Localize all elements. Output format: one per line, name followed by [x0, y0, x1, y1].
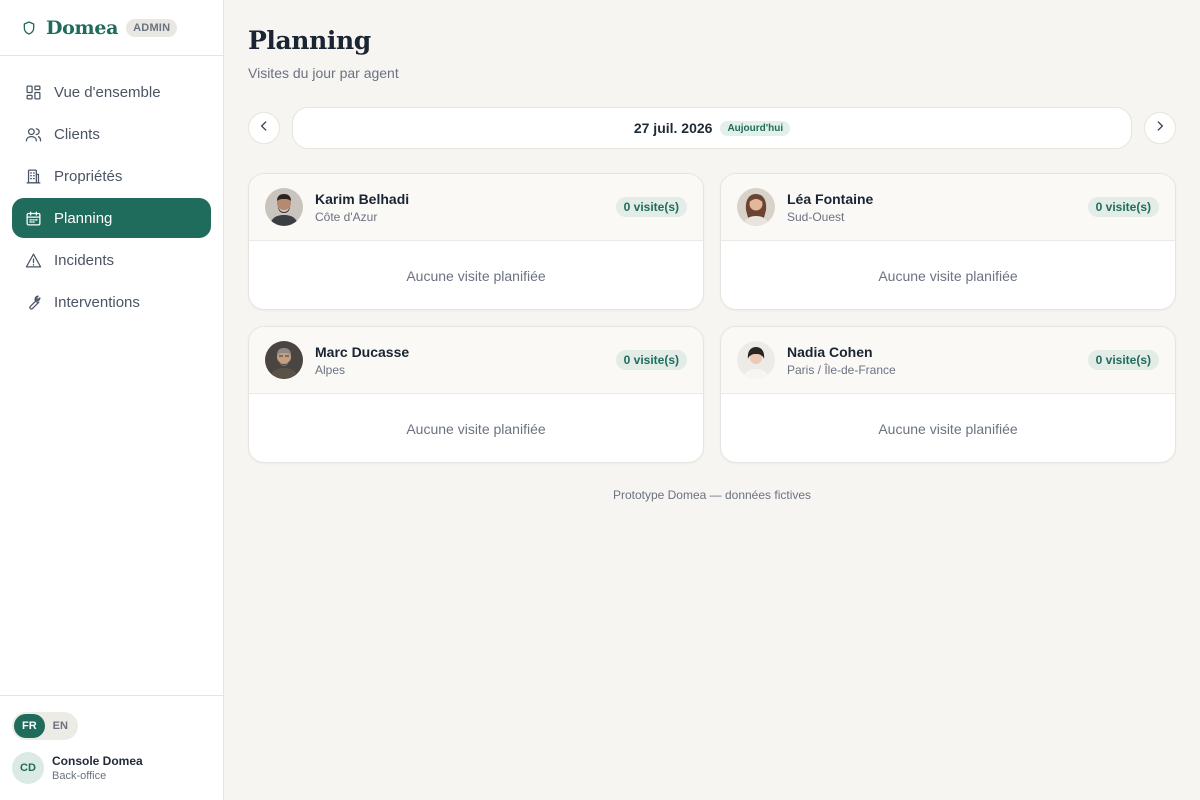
next-day-button[interactable]: [1144, 112, 1176, 144]
language-fr-button[interactable]: FR: [14, 714, 45, 738]
dashboard-icon: [24, 83, 42, 101]
agent-avatar: [265, 188, 303, 226]
language-en-button[interactable]: EN: [45, 714, 76, 738]
wrench-icon: [24, 293, 42, 311]
main-content: Planning Visites du jour par agent 27 ju…: [224, 0, 1200, 800]
sidebar-item-label: Vue d'ensemble: [54, 83, 161, 101]
agent-card: Léa Fontaine Sud-Ouest 0 visite(s) Aucun…: [720, 173, 1176, 310]
date-navigator: 27 juil. 2026 Aujourd'hui: [248, 107, 1176, 149]
shield-icon: [20, 19, 38, 37]
calendar-icon: [24, 209, 42, 227]
agent-card-header: Nadia Cohen Paris / Île-de-France 0 visi…: [721, 327, 1175, 394]
footer-note: Prototype Domea — données fictives: [612, 488, 812, 502]
language-toggle: FR EN: [12, 712, 78, 740]
console-profile: CD Console Domea Back-office: [12, 752, 212, 784]
agent-avatar: [265, 341, 303, 379]
agent-region: Alpes: [315, 362, 346, 377]
agents-grid: Karim Belhadi Côte d'Azur 0 visite(s) Au…: [248, 173, 1176, 463]
agent-region: Paris / Île-de-France: [787, 362, 896, 377]
visits-count-badge: 0 visite(s): [1087, 350, 1159, 370]
sidebar-item-label: Interventions: [54, 293, 140, 311]
today-badge: Aujourd'hui: [720, 120, 791, 136]
agent-card: Karim Belhadi Côte d'Azur 0 visite(s) Au…: [248, 173, 704, 310]
previous-day-button[interactable]: [248, 112, 280, 144]
empty-state: Aucune visite planifiée: [406, 267, 546, 284]
brand-name[interactable]: Domea: [46, 17, 118, 39]
sidebar-item-clients[interactable]: Clients: [12, 114, 211, 154]
agent-card-header: Léa Fontaine Sud-Ouest 0 visite(s): [721, 174, 1175, 241]
sidebar-item-label: Clients: [54, 125, 100, 143]
agent-name: Léa Fontaine: [787, 190, 874, 207]
empty-state: Aucune visite planifiée: [878, 420, 1018, 437]
warning-icon: [24, 251, 42, 269]
users-icon: [24, 125, 42, 143]
sidebar-nav: Vue d'ensemble Clients Propriétés Planni…: [0, 56, 223, 322]
building-icon: [24, 167, 42, 185]
empty-state: Aucune visite planifiée: [406, 420, 546, 437]
page-title: Planning: [248, 26, 371, 55]
agent-avatar: [737, 341, 775, 379]
current-date: 27 juil. 2026: [633, 120, 713, 136]
admin-badge: ADMIN: [126, 18, 178, 37]
agent-card: Marc Ducasse Alpes 0 visite(s) Aucune vi…: [248, 326, 704, 463]
visits-count-badge: 0 visite(s): [615, 197, 687, 217]
agent-region: Sud-Ouest: [787, 209, 845, 224]
agent-region: Côte d'Azur: [315, 209, 378, 224]
agent-name: Marc Ducasse: [315, 343, 410, 360]
sidebar-footer: FR EN CD Console Domea Back-office: [0, 695, 224, 800]
sidebar: Domea ADMIN Vue d'ensemble Clients Propr…: [0, 0, 224, 800]
sidebar-item-interventions[interactable]: Interventions: [12, 282, 211, 322]
sidebar-item-label: Incidents: [54, 251, 115, 269]
brand: Domea ADMIN: [0, 0, 223, 56]
agent-card-header: Karim Belhadi Côte d'Azur 0 visite(s): [249, 174, 703, 241]
agent-name: Nadia Cohen: [787, 343, 873, 360]
date-display[interactable]: 27 juil. 2026 Aujourd'hui: [292, 107, 1132, 149]
page-subtitle: Visites du jour par agent: [248, 65, 399, 81]
agent-card: Nadia Cohen Paris / Île-de-France 0 visi…: [720, 326, 1176, 463]
console-title: Console Domea: [52, 754, 143, 768]
visits-count-badge: 0 visite(s): [1087, 197, 1159, 217]
chevron-left-icon: [257, 119, 271, 138]
sidebar-item-label: Propriétés: [54, 167, 123, 185]
avatar: CD: [12, 752, 44, 784]
sidebar-item-overview[interactable]: Vue d'ensemble: [12, 72, 211, 112]
chevron-right-icon: [1153, 119, 1167, 138]
visits-count-badge: 0 visite(s): [615, 350, 687, 370]
agent-avatar: [737, 188, 775, 226]
sidebar-item-planning[interactable]: Planning: [12, 198, 211, 238]
agent-card-header: Marc Ducasse Alpes 0 visite(s): [249, 327, 703, 394]
agent-name: Karim Belhadi: [315, 190, 410, 207]
sidebar-item-properties[interactable]: Propriétés: [12, 156, 211, 196]
console-subtitle: Back-office: [52, 770, 107, 782]
empty-state: Aucune visite planifiée: [878, 267, 1018, 284]
sidebar-item-incidents[interactable]: Incidents: [12, 240, 211, 280]
sidebar-item-label: Planning: [54, 209, 113, 227]
